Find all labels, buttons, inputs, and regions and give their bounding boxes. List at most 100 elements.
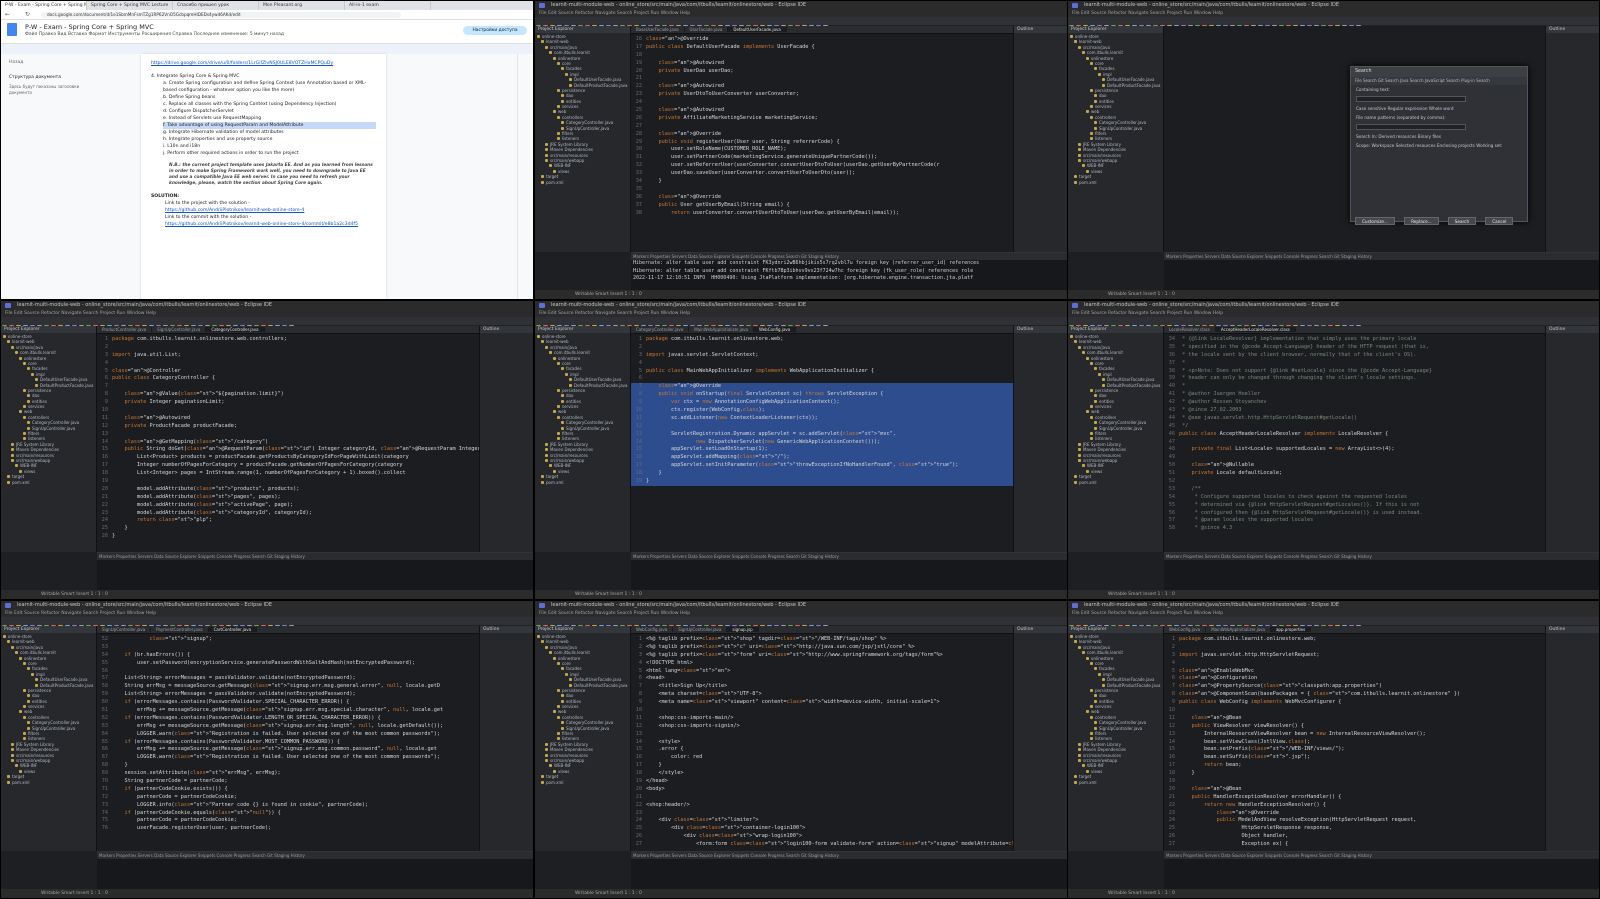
code-line[interactable]: 13 ServletRegistration.Dynamic appServle… bbox=[631, 430, 1013, 439]
code-line[interactable]: 2 bbox=[97, 344, 479, 352]
editor-tab[interactable]: SignUpController.java bbox=[152, 327, 207, 332]
browser-tab[interactable]: Spring Core + Spring MVC Lecture bbox=[87, 1, 173, 10]
code-line[interactable]: 57 List<String> errorMessages = passVali… bbox=[97, 675, 479, 683]
code-editor[interactable]: SignUpController.java PaymentController.j… bbox=[97, 626, 479, 851]
eclipse-menu-bar[interactable]: File Edit Source Refactor Navigate Searc… bbox=[535, 610, 1067, 617]
project-explorer-tab[interactable]: Project Explorer bbox=[1, 626, 96, 633]
code-line[interactable]: 67 LOGGER.warn(class="st">"Registration … bbox=[97, 754, 479, 762]
code-line[interactable]: 27 bbox=[631, 123, 1013, 131]
code-line[interactable]: 3 import javax.servlet.http.HttpServletRe… bbox=[1164, 652, 1545, 660]
code-line[interactable]: 1 package com.itbulls.learnit.onlinestore… bbox=[631, 336, 1013, 344]
code-line[interactable]: 34 * {@link LocaleResolver} implementati… bbox=[1164, 336, 1545, 344]
code-line[interactable]: 58 String errMsg = messageSource.getMess… bbox=[97, 683, 479, 691]
code-line[interactable]: 32 user.setReferrerUser(userConverter.co… bbox=[631, 162, 1013, 170]
editor-tab[interactable]: UserFacade.java bbox=[684, 27, 729, 32]
code-editor[interactable]: WebConfig.java SignUpController.java signu… bbox=[631, 626, 1013, 851]
project-explorer-tab[interactable]: Project Explorer bbox=[1068, 626, 1163, 633]
code-line[interactable]: 24 return class="st">"plp"; bbox=[97, 517, 479, 525]
code-line[interactable]: 74 if (partnerCodeCookie.equals(class="s… bbox=[97, 810, 479, 818]
code-line[interactable]: 61 errMsg += messageSource.getMessage(cl… bbox=[97, 707, 479, 715]
eclipse-menu-bar[interactable]: File Edit Source Refactor Navigate Searc… bbox=[1068, 10, 1599, 17]
code-line[interactable]: 8 <meta charset=class="st">"UTF-8"> bbox=[631, 691, 1013, 699]
code-line[interactable]: 59 List<String> errorMessages = passVali… bbox=[97, 691, 479, 699]
file-pattern-input[interactable] bbox=[1356, 124, 1466, 130]
outline-tab[interactable]: Outline bbox=[480, 326, 533, 333]
code-line[interactable]: 17 Integer numberOfPagesForCategory = pr… bbox=[97, 462, 479, 470]
code-line[interactable]: 4 bbox=[97, 360, 479, 368]
code-line[interactable]: 49 bbox=[1164, 454, 1545, 462]
code-line[interactable]: 46 public class AcceptHeaderLocaleResolve… bbox=[1164, 431, 1545, 439]
project-explorer-tab[interactable]: Project Explorer bbox=[1068, 326, 1163, 333]
code-line[interactable]: 14 bean.setViewClass(JstlView.class); bbox=[1164, 739, 1545, 747]
code-line[interactable]: 15 .error { bbox=[631, 746, 1013, 754]
console-tabs[interactable]: Markers Properties Servers Data Source E… bbox=[1164, 852, 1599, 859]
console-tabs[interactable]: Markers Properties Servers Data Source E… bbox=[631, 852, 1067, 859]
code-line[interactable]: 5 <html lang=class="st">"en"> bbox=[631, 668, 1013, 676]
code-area[interactable]: 1 <%@ taglib prefix=class="st">"shop" tag… bbox=[631, 634, 1013, 849]
editor-tab[interactable]: CategoryController.java bbox=[206, 327, 265, 332]
code-line[interactable]: 5 class="an">@EnableWebMvc bbox=[1164, 668, 1545, 676]
outline-tab[interactable]: Outline bbox=[1014, 326, 1067, 333]
tree-item[interactable]: pom.xml bbox=[1070, 480, 1163, 485]
console-tabs[interactable]: Markers Properties Servers Data Source E… bbox=[1164, 553, 1599, 560]
code-line[interactable]: 22 model.addAttribute(class="st">"active… bbox=[97, 502, 479, 510]
code-line[interactable]: 34 } bbox=[631, 178, 1013, 186]
dialog-options[interactable]: Case sensitive Regular expression Whole … bbox=[1351, 104, 1527, 113]
editor-tab[interactable]: PaymentController.java bbox=[151, 627, 209, 632]
code-line[interactable]: 35 bbox=[631, 186, 1013, 194]
tree-item[interactable]: pom.xml bbox=[1070, 780, 1163, 785]
document-page[interactable]: https://drive.google.com/drive/u/0/folde… bbox=[141, 54, 386, 299]
code-line[interactable]: 31 user.setPartnerCode(marketingService.… bbox=[631, 154, 1013, 162]
console-tabs[interactable]: Markers Properties Servers Data Source E… bbox=[97, 553, 533, 560]
code-line[interactable]: 9 <meta name=class="st">"viewport" conte… bbox=[631, 699, 1013, 707]
code-line[interactable]: 26} bbox=[97, 533, 479, 541]
code-line[interactable]: 6 bbox=[631, 375, 1013, 383]
editor-tab[interactable]: BaseUserFacade.java bbox=[631, 27, 685, 32]
code-line[interactable]: 73 LOGGER.info(class="st">"Partner code … bbox=[97, 802, 479, 810]
code-line[interactable]: 15 bean.setPrefix(class="st">"/WEB-INF/v… bbox=[1164, 746, 1545, 754]
eclipse-toolbar[interactable] bbox=[1, 317, 533, 330]
code-line[interactable]: 11 class="an">@Bean bbox=[1164, 715, 1545, 723]
code-line[interactable]: 10 ctx.register(WebConfig.class); bbox=[631, 407, 1013, 415]
console-tabs[interactable]: Markers Properties Servers Data Source E… bbox=[631, 253, 1067, 260]
dialog-options[interactable]: Search In: Derived resources Binary file… bbox=[1351, 132, 1527, 141]
docs-toolbar[interactable] bbox=[1, 44, 533, 54]
code-line[interactable]: 23 private UserDtoToUserConverter userCo… bbox=[631, 91, 1013, 99]
eclipse-toolbar[interactable] bbox=[535, 317, 1067, 330]
code-line[interactable]: 72 partnerCode = partnerCodeCookie; bbox=[97, 794, 479, 802]
tree-item[interactable]: pom.xml bbox=[537, 780, 630, 785]
outline-tab[interactable]: Outline bbox=[1546, 26, 1599, 33]
code-line[interactable]: 58 * @since 4.3 bbox=[1164, 525, 1545, 533]
code-line[interactable]: 70 String partnerCode = partnerCode; bbox=[97, 778, 479, 786]
code-area[interactable]: 34 * {@link LocaleResolver} implementati… bbox=[1164, 334, 1545, 533]
code-line[interactable]: 33 userDao.saveUser(userConverter.conver… bbox=[631, 170, 1013, 178]
code-line[interactable]: 60 if (errorMessages.contains(PasswordVa… bbox=[97, 699, 479, 707]
editor-tab[interactable]: MainWebAppInitializer.java bbox=[1206, 627, 1271, 632]
editor-tab[interactable]: CategoryController.java bbox=[631, 327, 690, 332]
code-line[interactable]: 21 model.addAttribute(class="st">"pages"… bbox=[97, 494, 479, 502]
code-line[interactable]: 4 <!DOCTYPE html> bbox=[631, 660, 1013, 668]
code-line[interactable]: 1 <%@ taglib prefix=class="st">"shop" tag… bbox=[631, 636, 1013, 644]
code-line[interactable]: 51 private Locale defaultLocale; bbox=[1164, 470, 1545, 478]
cancel-button[interactable]: Cancel bbox=[1485, 217, 1514, 225]
solution-link[interactable]: https://github.com/AndriiPlotnikov/learn… bbox=[165, 222, 358, 227]
code-line[interactable]: 24 <div class=class="st">"limiter"> bbox=[631, 817, 1013, 825]
editor-tab[interactable]: MainWebAppInitializer.java bbox=[689, 327, 754, 332]
replace-button[interactable]: Replace... bbox=[1404, 217, 1439, 225]
code-line[interactable]: 20 model.addAttribute(class="st">"produc… bbox=[97, 486, 479, 494]
code-line[interactable]: 52 bbox=[1164, 478, 1545, 486]
code-line[interactable]: 28 class="an">@Override bbox=[631, 131, 1013, 139]
code-line[interactable]: 19} bbox=[631, 478, 1013, 486]
project-explorer-tab[interactable]: Project Explorer bbox=[1, 326, 96, 333]
code-line[interactable]: 23 bbox=[631, 810, 1013, 818]
code-line[interactable]: 8 class="an">@ComponentScan(basePackages … bbox=[1164, 691, 1545, 699]
code-line[interactable]: 13 bbox=[97, 431, 479, 439]
code-line[interactable]: 7 class="an">@Override bbox=[631, 383, 1013, 392]
code-line[interactable]: 6 class="an">@Configuration bbox=[1164, 675, 1545, 683]
code-line[interactable]: 5 public class MainWebAppInitializer impl… bbox=[631, 368, 1013, 376]
code-line[interactable]: 4 bbox=[1164, 660, 1545, 668]
code-line[interactable]: 50 class="an">@Nullable bbox=[1164, 462, 1545, 470]
code-line[interactable]: 37 * bbox=[1164, 360, 1545, 368]
code-line[interactable]: 11 sc.addListener(new ContextLoaderListe… bbox=[631, 414, 1013, 423]
code-line[interactable]: 12 private ProductFacade productFacade; bbox=[97, 423, 479, 431]
